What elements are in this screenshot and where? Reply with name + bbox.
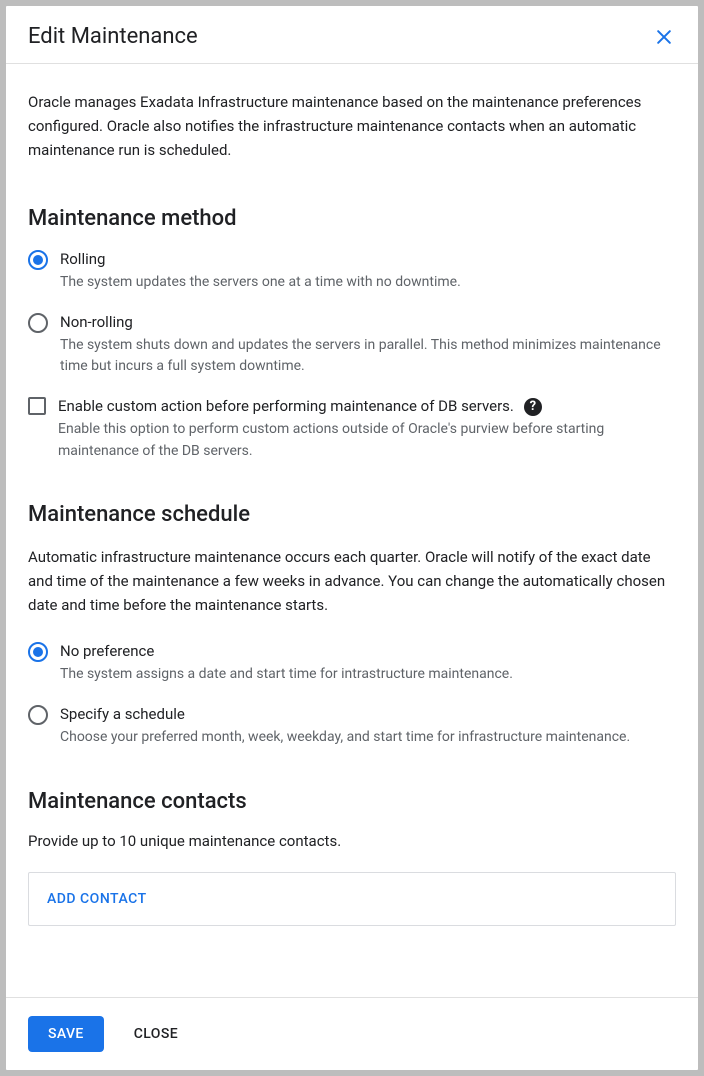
radio-nopref[interactable] — [28, 642, 48, 662]
nopref-label: No preference — [60, 641, 676, 662]
nopref-desc: The system assigns a date and start time… — [60, 664, 676, 686]
nonrolling-desc: The system shuts down and updates the se… — [60, 335, 676, 378]
edit-maintenance-dialog: Edit Maintenance Oracle manages Exadata … — [6, 6, 698, 1070]
method-option-rolling[interactable]: Rolling The system updates the servers o… — [28, 249, 676, 294]
schedule-desc: Automatic infrastructure maintenance occ… — [28, 545, 676, 617]
method-option-nonrolling[interactable]: Non-rolling The system shuts down and up… — [28, 312, 676, 378]
method-heading: Maintenance method — [28, 206, 676, 231]
schedule-option-specify[interactable]: Specify a schedule Choose your preferred… — [28, 704, 676, 749]
dialog-title: Edit Maintenance — [28, 24, 198, 49]
rolling-desc: The system updates the servers one at a … — [60, 272, 676, 294]
rolling-label: Rolling — [60, 249, 676, 270]
contacts-heading: Maintenance contacts — [28, 789, 676, 814]
schedule-heading: Maintenance schedule — [28, 502, 676, 527]
schedule-option-nopref[interactable]: No preference The system assigns a date … — [28, 641, 676, 686]
add-contact-button[interactable]: ADD CONTACT — [47, 891, 147, 907]
custom-action-option[interactable]: Enable custom action before performing m… — [28, 396, 676, 462]
add-contact-box: ADD CONTACT — [28, 872, 676, 926]
custom-action-label: Enable custom action before performing m… — [58, 396, 514, 417]
intro-text: Oracle manages Exadata Infrastructure ma… — [28, 90, 676, 162]
help-icon[interactable]: ? — [524, 398, 542, 416]
dialog-footer: SAVE CLOSE — [6, 997, 698, 1070]
save-button[interactable]: SAVE — [28, 1016, 104, 1052]
contacts-desc: Provide up to 10 unique maintenance cont… — [28, 832, 676, 850]
dialog-body: Oracle manages Exadata Infrastructure ma… — [6, 64, 698, 997]
close-button[interactable]: CLOSE — [130, 1016, 182, 1052]
specify-label: Specify a schedule — [60, 704, 676, 725]
checkbox-custom-action[interactable] — [28, 397, 46, 415]
specify-desc: Choose your preferred month, week, weekd… — [60, 727, 676, 749]
custom-action-desc: Enable this option to perform custom act… — [58, 419, 676, 462]
radio-nonrolling[interactable] — [28, 313, 48, 333]
close-icon[interactable] — [652, 25, 676, 49]
radio-rolling[interactable] — [28, 250, 48, 270]
radio-specify[interactable] — [28, 705, 48, 725]
dialog-header: Edit Maintenance — [6, 6, 698, 64]
nonrolling-label: Non-rolling — [60, 312, 676, 333]
